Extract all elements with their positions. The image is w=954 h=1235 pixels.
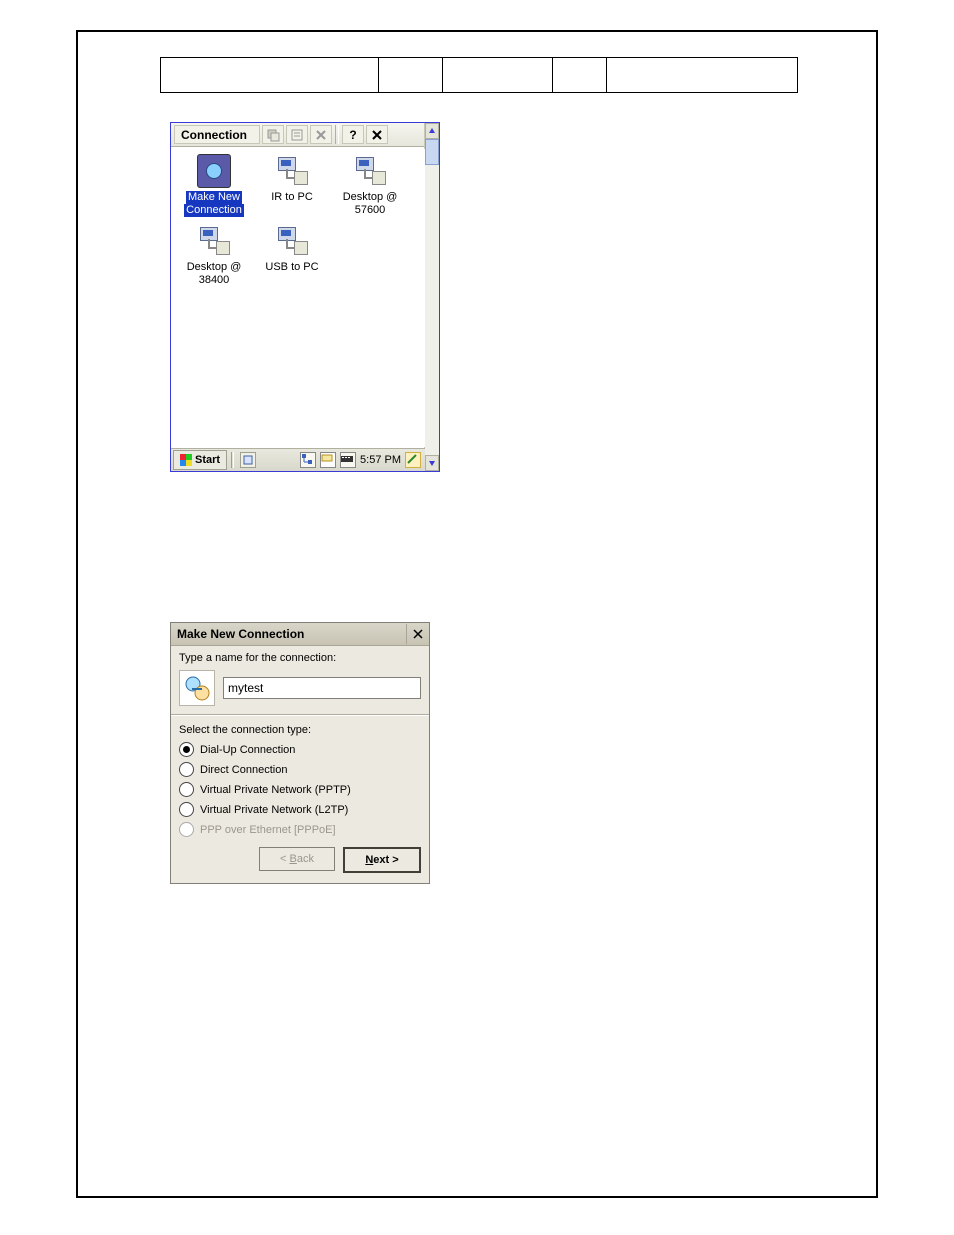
item-label: Desktop @ xyxy=(187,261,242,273)
option-label: PPP over Ethernet [PPPoE] xyxy=(200,824,336,836)
properties-icon[interactable] xyxy=(286,125,308,144)
connection-menu-button[interactable]: Connection xyxy=(174,125,260,144)
back-button: < Back xyxy=(259,847,335,871)
tray-volume-icon[interactable] xyxy=(320,452,336,468)
network-icon xyxy=(274,223,310,259)
item-desktop-57600[interactable]: Desktop @ 57600 xyxy=(333,153,407,217)
show-desktop-icon[interactable] xyxy=(240,452,256,468)
tray-keyboard-icon[interactable] xyxy=(340,452,356,468)
item-ir-to-pc[interactable]: IR to PC xyxy=(255,153,329,217)
scroll-track[interactable] xyxy=(425,165,439,455)
window-toolbar: Connection ? xyxy=(171,123,439,147)
network-icon xyxy=(274,153,310,189)
option-label: Dial-Up Connection xyxy=(200,744,295,756)
close-icon[interactable] xyxy=(366,125,388,144)
scroll-down-button[interactable] xyxy=(425,455,439,471)
start-button[interactable]: Start xyxy=(173,450,227,470)
radio-icon xyxy=(179,782,194,797)
scroll-thumb[interactable] xyxy=(425,139,439,165)
type-prompt: Select the connection type: xyxy=(179,724,421,736)
dialog-title: Make New Connection xyxy=(177,627,304,641)
delete-icon[interactable] xyxy=(310,125,332,144)
name-prompt: Type a name for the connection: xyxy=(179,652,421,664)
option-label: Virtual Private Network (PPTP) xyxy=(200,784,351,796)
button-label: < Back xyxy=(280,853,314,865)
taskbar: Start 5:57 PM xyxy=(171,448,425,471)
connection-icon xyxy=(179,670,215,706)
folder-view[interactable]: Make New Connection IR to PC Desktop @ 5… xyxy=(173,149,425,447)
option-label: Direct Connection xyxy=(200,764,287,776)
header-table xyxy=(160,57,798,93)
option-dialup[interactable]: Dial-Up Connection xyxy=(179,742,421,757)
item-make-new-connection[interactable]: Make New Connection xyxy=(177,153,251,217)
clock: 5:57 PM xyxy=(360,454,401,466)
item-label: Desktop @ xyxy=(343,191,398,203)
globe-icon xyxy=(196,153,232,189)
next-button[interactable]: Next > xyxy=(343,847,421,873)
connections-window: Connection ? xyxy=(170,122,440,472)
tray-note-icon[interactable] xyxy=(405,452,421,468)
network-icon xyxy=(196,223,232,259)
toolbar-label: Connection xyxy=(181,128,247,142)
radio-icon xyxy=(179,802,194,817)
item-label: Make New xyxy=(186,191,242,204)
item-label: 38400 xyxy=(199,274,230,286)
item-label: USB to PC xyxy=(265,261,318,273)
dialog-title-bar: Make New Connection xyxy=(171,623,429,646)
close-icon[interactable] xyxy=(406,624,429,644)
radio-icon xyxy=(179,762,194,777)
tray-network-icon[interactable] xyxy=(300,452,316,468)
button-label: Next > xyxy=(365,854,398,866)
option-pppoe: PPP over Ethernet [PPPoE] xyxy=(179,822,421,837)
item-label: IR to PC xyxy=(271,191,313,203)
network-icon xyxy=(352,153,388,189)
windows-logo-icon xyxy=(180,454,192,466)
scrollbar[interactable] xyxy=(424,123,439,471)
scroll-up-button[interactable] xyxy=(425,123,439,139)
start-label: Start xyxy=(195,454,220,466)
radio-icon xyxy=(179,822,194,837)
option-label: Virtual Private Network (L2TP) xyxy=(200,804,348,816)
make-new-connection-dialog: Make New Connection Type a name for the … xyxy=(170,622,430,884)
connection-name-input[interactable] xyxy=(223,677,421,699)
option-direct[interactable]: Direct Connection xyxy=(179,762,421,777)
item-label: Connection xyxy=(184,204,244,217)
item-label: 57600 xyxy=(355,204,386,216)
option-l2tp[interactable]: Virtual Private Network (L2TP) xyxy=(179,802,421,817)
radio-icon xyxy=(179,742,194,757)
help-icon[interactable]: ? xyxy=(342,125,364,144)
item-usb-to-pc[interactable]: USB to PC xyxy=(255,223,329,287)
option-pptp[interactable]: Virtual Private Network (PPTP) xyxy=(179,782,421,797)
toolbar-icon-1[interactable] xyxy=(262,125,284,144)
connection-type-options: Dial-Up Connection Direct Connection Vir… xyxy=(179,742,421,837)
item-desktop-38400[interactable]: Desktop @ 38400 xyxy=(177,223,251,287)
system-tray: 5:57 PM xyxy=(300,452,425,468)
